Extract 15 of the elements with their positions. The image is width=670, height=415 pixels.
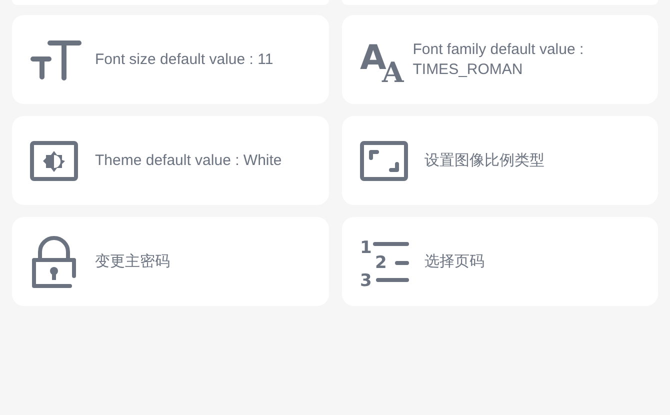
settings-card[interactable]: 1 2 3 选择页码 — [342, 217, 658, 306]
lock-icon — [30, 236, 78, 288]
setting-label: 设置图像比例类型 — [424, 150, 544, 170]
text-size-icon — [30, 38, 82, 82]
setting-label: Font size default value : 11 — [95, 50, 274, 70]
settings-card[interactable]: 设置图像比例类型 — [342, 116, 658, 205]
setting-label: 变更主密码 — [95, 252, 170, 272]
setting-label: Theme default value : White — [95, 150, 282, 170]
settings-card[interactable]: Font size default value : 11 — [12, 15, 328, 104]
setting-label: 选择页码 — [424, 252, 484, 272]
settings-card[interactable]: Theme default value : White — [12, 116, 328, 205]
settings-card[interactable]: 变更主密码 — [12, 217, 328, 306]
setting-label: Font family default value : TIMES_ROMAN — [412, 40, 585, 80]
aspect-ratio-icon — [360, 140, 408, 180]
brightness-icon — [30, 140, 78, 180]
